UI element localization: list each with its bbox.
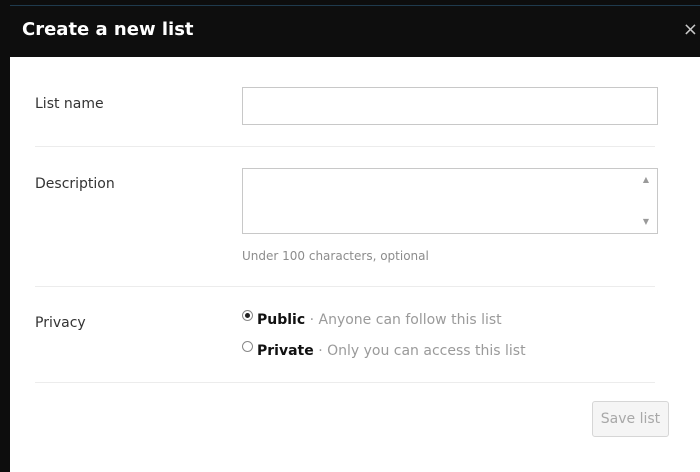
list-name-label: List name — [35, 96, 104, 112]
private-radio[interactable] — [242, 341, 253, 352]
scroll-down-arrow-icon[interactable]: ▼ — [643, 217, 649, 226]
scroll-up-arrow-icon[interactable]: ▲ — [643, 175, 649, 184]
divider — [35, 382, 655, 383]
dialog-title: Create a new list — [22, 19, 194, 40]
divider — [35, 146, 655, 147]
create-list-dialog: Create a new list × List name Descriptio… — [10, 5, 700, 472]
privacy-label: Privacy — [35, 315, 86, 331]
public-option-name: Public — [257, 312, 306, 328]
description-textarea[interactable]: ▲ ▼ — [242, 168, 658, 234]
privacy-option-private[interactable]: Private · Only you can access this list — [242, 341, 526, 359]
divider — [35, 286, 655, 287]
save-list-button[interactable]: Save list — [592, 401, 669, 437]
close-icon[interactable]: × — [683, 19, 698, 40]
private-option-description: · Only you can access this list — [318, 343, 526, 359]
description-hint: Under 100 characters, optional — [242, 249, 429, 263]
dialog-header: Create a new list × — [10, 5, 700, 57]
public-radio[interactable] — [242, 310, 253, 321]
private-option-name: Private — [257, 343, 314, 359]
privacy-option-public[interactable]: Public · Anyone can follow this list — [242, 310, 502, 328]
description-label: Description — [35, 176, 115, 192]
public-option-description: · Anyone can follow this list — [309, 312, 502, 328]
list-name-input[interactable] — [242, 87, 658, 125]
